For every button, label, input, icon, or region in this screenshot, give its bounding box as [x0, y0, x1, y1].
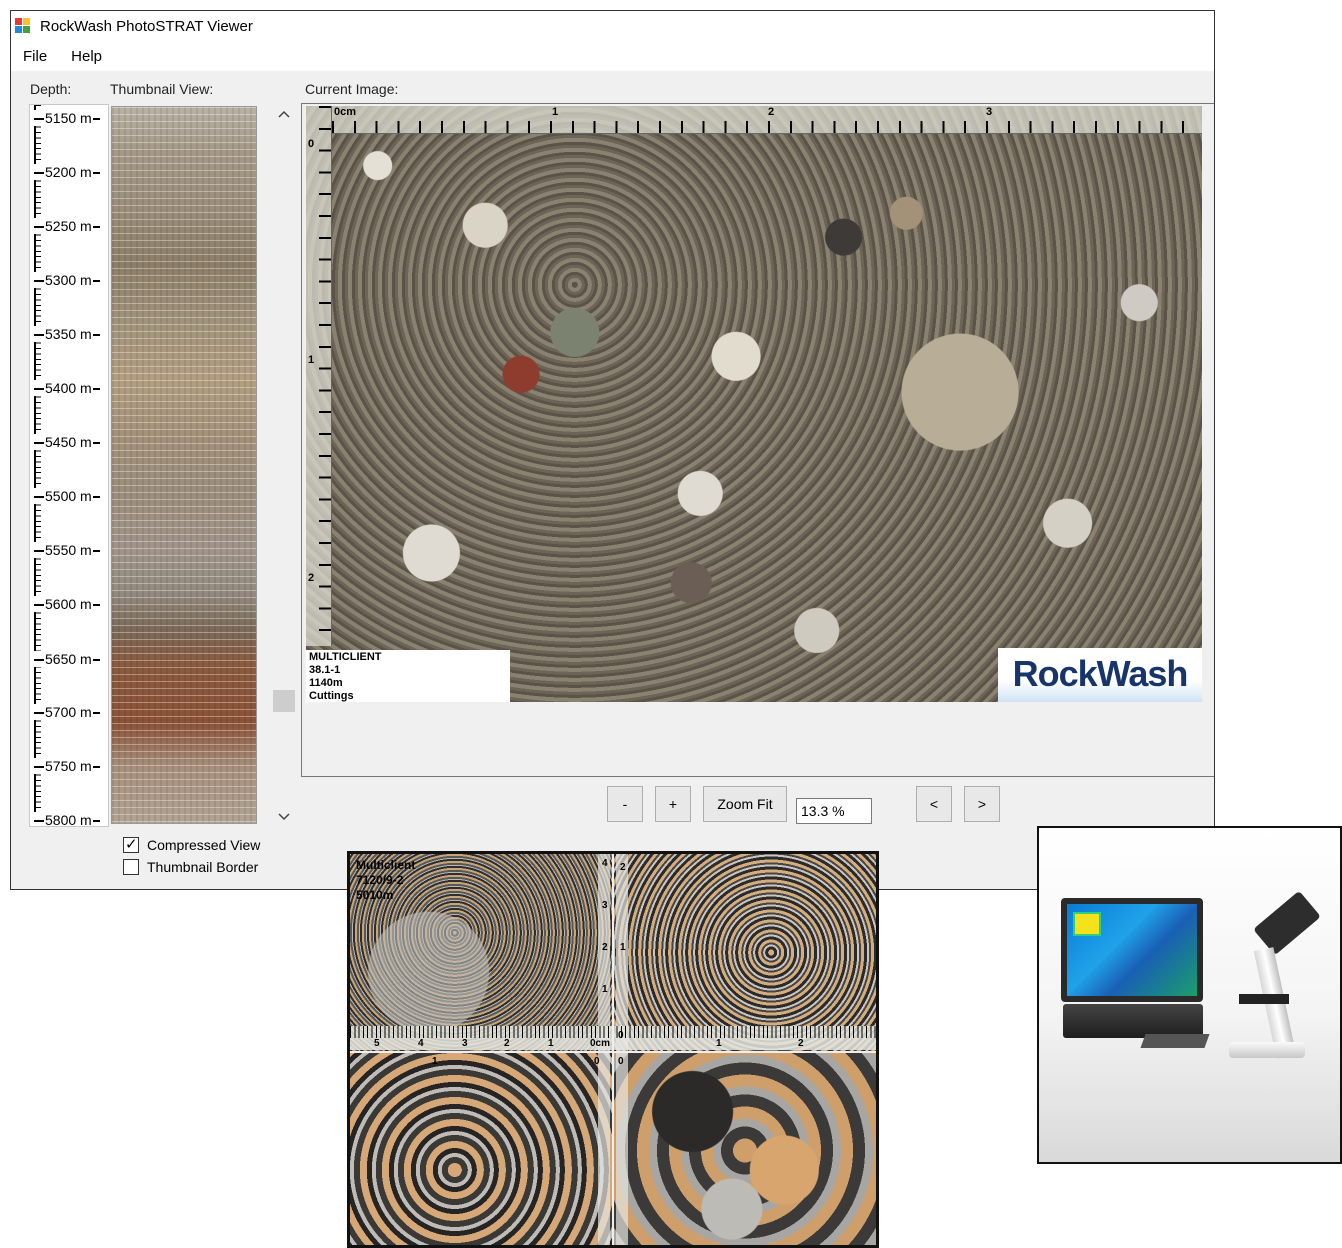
scanner-base	[1063, 1004, 1203, 1038]
scroll-thumb[interactable]	[273, 690, 295, 712]
comp-h-label-1: 1	[548, 1038, 554, 1049]
comp-v-label-3: 3	[602, 900, 608, 911]
vertical-scale-bar: 0 1 2	[306, 106, 332, 646]
composite-info-box: Multiclient 7120/9-2 5010m	[356, 858, 415, 903]
depth-tick-5450: 5450 m	[34, 434, 100, 450]
scale-top-3: 3	[986, 106, 993, 118]
current-image-label: Current Image:	[305, 81, 399, 97]
composite-sample-image: Multiclient 7120/9-2 5010m 5 4 3 2 1 0cm…	[347, 851, 879, 1248]
microscope-stage	[1239, 994, 1289, 1004]
app-window: RockWash PhotoSTRAT Viewer File Help Dep…	[10, 10, 1215, 890]
menu-help[interactable]: Help	[71, 48, 102, 65]
scale-top-1: 1	[552, 106, 559, 118]
zoom-out-button[interactable]: -	[607, 786, 643, 822]
sample-info-box: MULTICLIENT 38.1-1 1140m Cuttings	[306, 650, 510, 702]
comp-v-label-4: 4	[602, 858, 608, 869]
depth-tick-5650: 5650 m	[34, 651, 100, 667]
equipment-photo	[1037, 826, 1342, 1164]
scale-left-1: 1	[308, 354, 315, 366]
keyboard-icon	[1140, 1034, 1210, 1048]
composite-info-well: 7120/9-2	[356, 873, 404, 887]
scale-left-0: 0	[308, 138, 315, 150]
comp-h-label-2b: 2	[798, 1038, 804, 1049]
depth-tick-5750: 5750 m	[34, 758, 100, 774]
sample-quadrant-top-right	[614, 854, 876, 1051]
comp-h-label-0b: 0	[618, 1030, 624, 1041]
depth-tick-5800: 5800 m	[34, 812, 100, 826]
compressed-view-option[interactable]: Compressed View	[123, 835, 261, 853]
current-image[interactable]: 0cm 1 2 3 0 1 2 MULTICLIENT 38.1-1 1140m…	[306, 106, 1202, 702]
comp-h-label-0cm: 0cm	[590, 1038, 611, 1049]
composite-divider-horizontal	[350, 1051, 876, 1053]
scale-top-0cm: 0cm	[334, 106, 357, 118]
scale-top-2: 2	[768, 106, 775, 118]
rockwash-logo: RockWash	[998, 648, 1202, 702]
zoom-fit-button[interactable]: Zoom Fit	[703, 786, 787, 822]
scroll-up-icon[interactable]	[273, 104, 295, 124]
menu-file[interactable]: File	[23, 48, 47, 65]
thumbnail-view-label: Thumbnail View:	[110, 81, 214, 97]
info-line-well: 38.1-1	[309, 664, 341, 676]
thumbnail-strip[interactable]	[111, 106, 257, 824]
current-image-viewer[interactable]: 0cm 1 2 3 0 1 2 MULTICLIENT 38.1-1 1140m…	[301, 103, 1214, 777]
compressed-view-label: Compressed View	[147, 837, 261, 853]
depth-tick-5350: 5350 m	[34, 326, 100, 342]
depth-tick-5200: 5200 m	[34, 164, 100, 180]
comp-h-label-5: 5	[374, 1038, 380, 1049]
compressed-view-checkbox[interactable]	[123, 835, 139, 853]
zoom-level-field[interactable]: 13.3 %	[796, 798, 872, 824]
comp-q3-label-0b: 0	[618, 1056, 624, 1067]
sample-quadrant-bottom-left	[350, 1053, 612, 1245]
depth-tick-5300: 5300 m	[34, 272, 100, 288]
thumbnail-border-checkbox[interactable]	[123, 859, 139, 875]
scale-left-2: 2	[308, 572, 315, 584]
menu-bar: File Help	[11, 41, 1214, 71]
microscope-base	[1229, 1042, 1305, 1058]
comp-q2-label-2: 2	[620, 862, 626, 873]
microscope-head	[1253, 890, 1321, 956]
comp-h-label-2: 2	[504, 1038, 510, 1049]
app-icon	[15, 18, 31, 34]
title-bar[interactable]: RockWash PhotoSTRAT Viewer	[11, 11, 1214, 41]
zoom-in-button[interactable]: +	[655, 786, 691, 822]
next-image-button[interactable]: >	[964, 786, 1000, 822]
info-line-type: Cuttings	[309, 690, 354, 702]
depth-tick-5250: 5250 m	[34, 218, 100, 234]
comp-q3-label-0a: 0	[594, 1056, 600, 1067]
info-line-depth: 1140m	[309, 677, 343, 689]
composite-info-client: Multiclient	[356, 858, 416, 872]
comp-q3-top-label-1: 1	[432, 1056, 438, 1067]
depth-tick-5500: 5500 m	[34, 488, 100, 504]
comp-h-label-4: 4	[418, 1038, 424, 1049]
window-title: RockWash PhotoSTRAT Viewer	[40, 17, 253, 35]
thumbnail-border-label: Thumbnail Border	[147, 859, 259, 875]
comp-q2-label-1: 1	[620, 942, 626, 953]
comp-v-label-2: 2	[602, 942, 608, 953]
depth-tick-5700: 5700 m	[34, 704, 100, 720]
thumbnail-scrollbar[interactable]	[273, 104, 295, 827]
depth-tick-5400: 5400 m	[34, 380, 100, 396]
composite-divider-vertical	[612, 854, 614, 1245]
composite-info-depth: 5010m	[356, 888, 394, 902]
sample-quadrant-bottom-right	[614, 1053, 876, 1245]
horizontal-scale-bar: 0cm 1 2 3	[332, 106, 1202, 134]
thumbnail-border-option[interactable]: Thumbnail Border	[123, 859, 258, 875]
depth-label: Depth:	[30, 81, 72, 97]
depth-ruler[interactable]: 5150 m 5200 m 5250 m 5300 m 5350 m 5400 …	[29, 104, 109, 827]
monitor-icon	[1061, 898, 1203, 1002]
scroll-down-icon[interactable]	[273, 807, 295, 827]
comp-h-label-1b: 1	[716, 1038, 722, 1049]
info-line-client: MULTICLIENT	[309, 651, 382, 663]
comp-h-label-3: 3	[462, 1038, 468, 1049]
previous-image-button[interactable]: <	[916, 786, 952, 822]
comp-v-label-1: 1	[602, 984, 608, 995]
depth-tick-5550: 5550 m	[34, 542, 100, 558]
depth-tick-5600: 5600 m	[34, 596, 100, 612]
depth-tick-5150: 5150 m	[34, 110, 100, 126]
